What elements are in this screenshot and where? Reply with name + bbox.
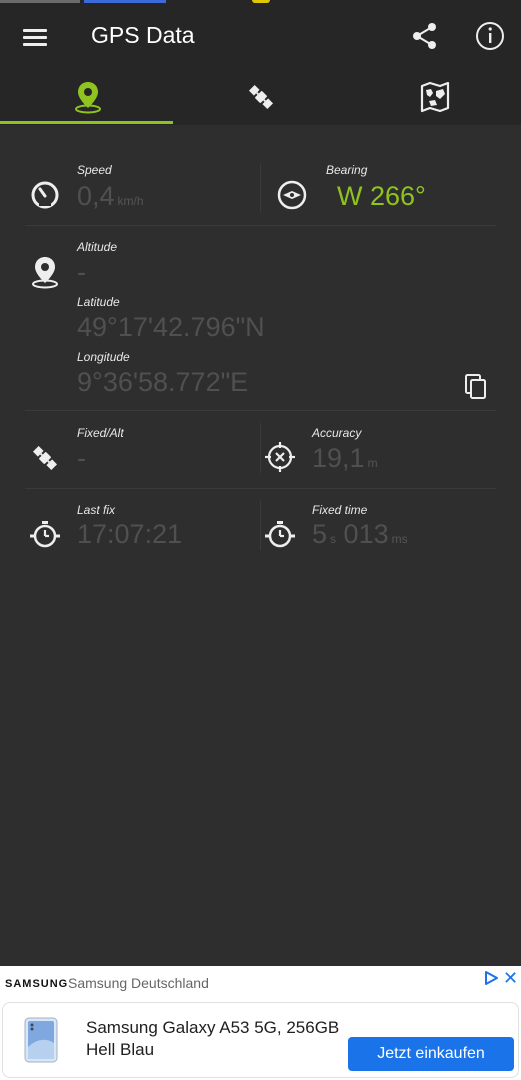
fixed-time-seconds-unit: s (330, 532, 337, 546)
latitude-label: Latitude (77, 295, 120, 309)
tab-satellites[interactable] (173, 70, 346, 125)
tab-location[interactable] (0, 70, 173, 125)
divider (260, 423, 261, 473)
menu-icon (23, 36, 47, 39)
share-icon (413, 23, 436, 49)
speed-value: 0,4 km/h (77, 181, 144, 212)
divider (260, 500, 261, 550)
divider (25, 488, 496, 489)
fixed-time-ms: 013 (343, 519, 389, 549)
accuracy-value: 19,1 m (312, 443, 378, 474)
last-fix-label: Last fix (77, 503, 116, 517)
menu-icon (23, 43, 47, 46)
altitude-value: - (77, 257, 86, 287)
ad-card[interactable]: Samsung Galaxy A53 5G, 256GB Hell Blau J… (2, 1002, 519, 1078)
bearing-value: W 266° (337, 181, 426, 211)
bearing-label: Bearing (326, 163, 368, 177)
info-icon (476, 22, 504, 50)
status-segment (84, 0, 166, 3)
stopwatch-icon (30, 521, 60, 548)
fixed-time-seconds: 5 (312, 519, 328, 549)
latitude-value: 49°17'42.796"N (77, 312, 265, 342)
longitude-label: Longitude (77, 350, 130, 364)
ad-brand-logo: SAMSUNG (5, 978, 69, 990)
tab-map[interactable] (347, 70, 520, 125)
app-title: GPS Data (91, 22, 195, 48)
fixed-time-value: 5s 013 ms (312, 519, 408, 550)
phone-image (24, 1017, 58, 1063)
speed-number: 0,4 (77, 181, 115, 211)
ad-choices-icon[interactable] (483, 970, 499, 986)
share-button[interactable] (409, 20, 441, 52)
fixed-time-ms-unit: ms (391, 532, 408, 546)
compass-icon (277, 180, 307, 210)
copy-icon[interactable] (463, 373, 489, 401)
info-button[interactable] (474, 20, 506, 52)
fixed-alt-value: - (77, 443, 86, 473)
ad-banner[interactable]: SAMSUNG Samsung Deutschland ✕ Samsung Ga… (0, 966, 521, 1080)
accuracy-label: Accuracy (312, 426, 362, 440)
ad-close-button[interactable]: ✕ (503, 968, 518, 989)
divider (260, 163, 261, 213)
menu-button[interactable] (20, 22, 50, 52)
location-pin-icon (32, 257, 58, 289)
tab-indicator (0, 121, 173, 124)
status-segment (0, 0, 80, 3)
speedometer-icon (31, 181, 59, 209)
divider (25, 410, 496, 411)
divider (25, 225, 496, 226)
last-fix-value: 17:07:21 (77, 519, 183, 549)
longitude-value: 9°36'58.772"E (77, 367, 249, 397)
crosshair-icon (265, 442, 295, 472)
gps-panel: Speed 0,4 km/h Bearing W 266° Altitude - … (0, 125, 521, 966)
satellite-icon (248, 84, 274, 110)
menu-icon (23, 29, 47, 32)
location-pin-icon (75, 82, 101, 114)
fixed-time-label: Fixed time (312, 503, 368, 517)
ad-title: Samsung Galaxy A53 5G, 256GB Hell Blau (86, 1018, 340, 1059)
altitude-label: Altitude (77, 240, 118, 254)
app-bar: GPS Data (0, 4, 521, 70)
satellite-icon (32, 445, 58, 471)
shop-now-button[interactable]: Jetzt einkaufen (348, 1037, 514, 1071)
tab-bar (0, 70, 521, 125)
fixed-alt-label: Fixed/Alt (77, 426, 124, 440)
accuracy-unit: m (367, 456, 378, 470)
status-indicator (252, 0, 270, 3)
speed-unit: km/h (117, 194, 144, 208)
accuracy-number: 19,1 (312, 443, 365, 473)
map-icon (420, 81, 450, 113)
stopwatch-icon (265, 521, 295, 548)
ad-advertiser: Samsung Deutschland (68, 975, 209, 991)
speed-label: Speed (77, 163, 112, 177)
